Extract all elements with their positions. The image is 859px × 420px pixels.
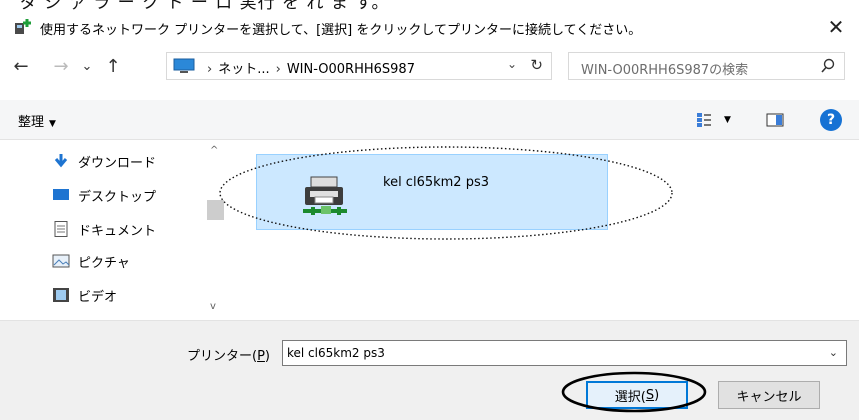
add-printer-icon [15,19,31,34]
search-icon [821,58,835,73]
nav-item-pictures[interactable]: ピクチャ [52,247,130,275]
breadcrumb-server[interactable]: WIN-O00RHH6S987 [287,62,415,77]
breadcrumb-separator: › [275,62,281,77]
forward-arrow-icon: → [53,55,69,77]
scroll-down-icon[interactable]: v [210,301,216,312]
back-button[interactable]: ← [8,54,34,78]
forward-button[interactable]: → [48,54,74,78]
nav-item-label: デスクトップ [78,189,157,205]
annotation-ellipse [219,146,673,240]
cancel-label: キャンセル [736,389,802,405]
printer-label-suffix: ) [264,349,270,364]
search-placeholder: WIN-O00RHH6S987の検索 [581,63,749,78]
up-button[interactable]: ↑ [100,54,126,78]
background-instruction-strip: ダ ジ ァ ラ ー ク ト ー ロ 実行 を れ ま す。 [0,0,859,10]
chevron-down-icon[interactable]: ⌄ [829,346,838,359]
nav-item-label: ピクチャ [78,255,130,271]
nav-item-downloads[interactable]: ダウンロード [52,147,156,175]
select-button-annotation-ellipse [561,371,707,413]
printer-label-accesskey: P [257,349,265,364]
change-view-button[interactable]: ▼ [696,109,731,131]
background-instruction-text: ダ ジ ァ ラ ー ク ト ー ロ 実行 を れ ま す。 [20,0,390,10]
nav-item-documents[interactable]: ドキュメント [52,215,156,243]
nav-item-label: ドキュメント [78,223,157,239]
video-icon [53,288,69,302]
cancel-button[interactable]: キャンセル [718,381,820,409]
search-input[interactable]: WIN-O00RHH6S987の検索 [568,52,845,80]
document-icon [54,221,68,237]
desktop-icon [53,189,69,200]
nav-item-desktop[interactable]: デスクトップ [52,181,156,209]
dialog-title-bar: 使用するネットワーク プリンターを選択して、[選択] をクリックしてプリンターに… [0,10,859,44]
preview-pane-icon [766,113,784,127]
printer-combobox[interactable]: kel cl65km2 ps3 ⌄ [282,340,847,366]
up-arrow-icon: ↑ [105,55,121,77]
dialog-footer: プリンター(P) kel cl65km2 ps3 ⌄ 選択(S) キャンセル [0,320,859,420]
computer-icon [173,58,195,73]
printer-field-value[interactable]: kel cl65km2 ps3 [287,346,385,360]
chevron-down-icon: ⌄ [81,58,93,74]
printer-field-label: プリンター(P) [187,345,270,364]
command-toolbar: 整理 ▼ ▼ ? [0,100,859,140]
caret-down-icon: ▼ [49,119,56,129]
close-button[interactable]: ✕ [813,10,859,44]
breadcrumb-network[interactable]: ネット... [218,62,269,77]
organize-label: 整理 [18,115,45,130]
address-dropdown-icon[interactable]: ⌄ [507,57,517,71]
caret-down-icon: ▼ [724,115,731,125]
picture-icon [52,254,70,268]
recent-locations-button[interactable]: ⌄ [74,54,100,78]
breadcrumb: › ネット... › WIN-O00RHH6S987 [201,58,415,77]
printer-label-prefix: プリンター( [187,349,258,364]
breadcrumb-separator: › [207,62,213,77]
refresh-icon[interactable]: ↻ [530,56,543,74]
help-icon: ? [826,112,836,128]
help-button[interactable]: ? [820,109,842,131]
preview-pane-button[interactable] [766,109,784,131]
download-arrow-icon [54,154,68,168]
address-row: ← → ⌄ ↑ › ネット... › WIN-O00RHH6S987 ⌄ ↻ WIN-… [0,48,859,84]
nav-item-label: ダウンロード [78,155,157,171]
close-icon: ✕ [827,15,845,39]
nav-item-videos[interactable]: ビデオ [52,281,117,309]
dialog-title: 使用するネットワーク プリンターを選択して、[選択] をクリックしてプリンターに… [40,23,642,38]
view-options-icon [697,113,711,127]
address-bar[interactable]: › ネット... › WIN-O00RHH6S987 ⌄ ↻ [166,52,552,80]
organize-menu-button[interactable]: 整理 ▼ [18,111,56,130]
back-arrow-icon: ← [13,55,29,77]
nav-item-label: ビデオ [78,289,118,305]
navigation-pane: ダウンロード デスクトップ ドキュメント ピクチャ ビデオ [0,141,206,319]
